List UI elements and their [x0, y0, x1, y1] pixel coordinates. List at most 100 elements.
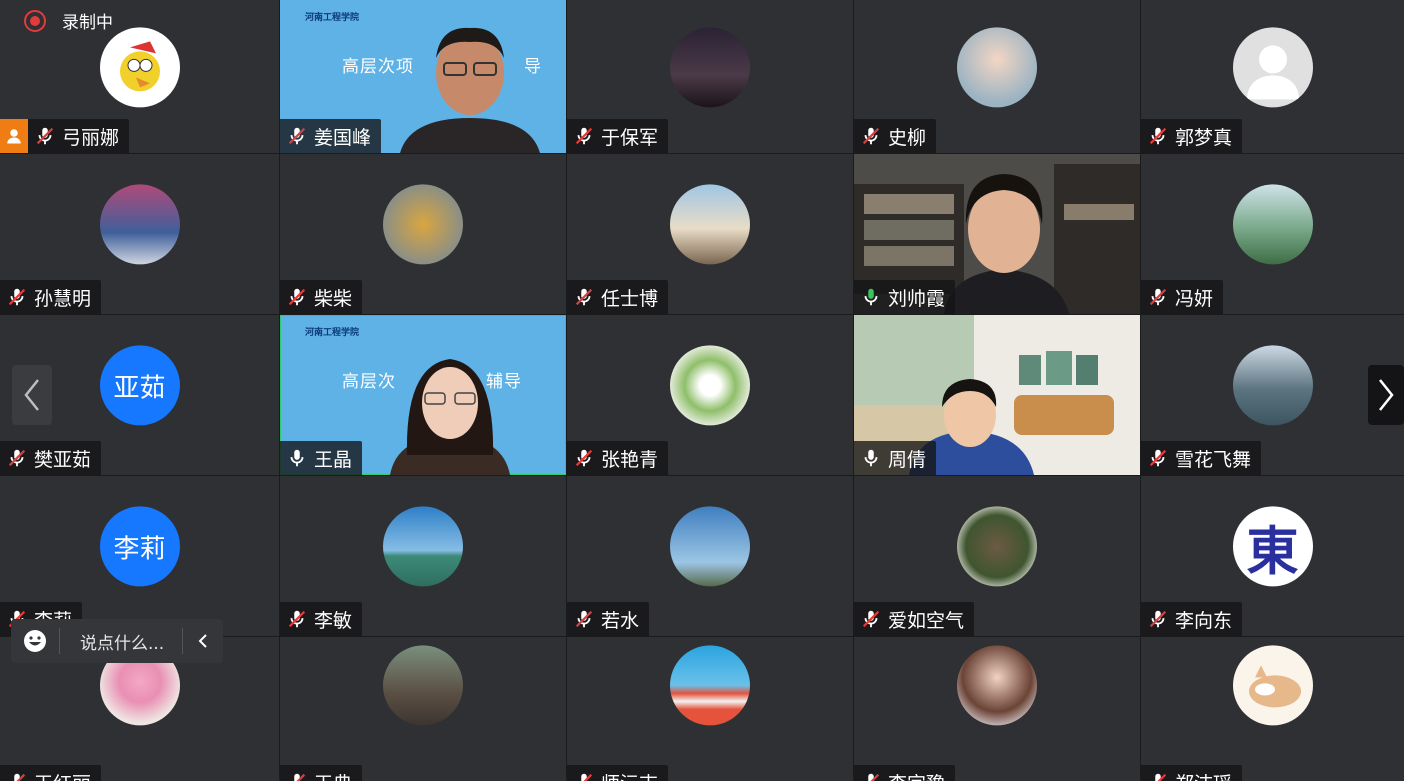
participant-name: 任士博 [601, 284, 658, 311]
chat-input[interactable]: 说点什么... [60, 629, 182, 654]
mic-muted-icon[interactable] [571, 284, 597, 310]
participant-tile[interactable]: 郑洁瑶 [1141, 637, 1404, 781]
participant-tile[interactable]: 若水 [567, 476, 853, 636]
participant-tile[interactable]: 李宜豫 [854, 637, 1140, 781]
recording-indicator: 录制中 [24, 8, 113, 33]
mic-active-icon[interactable] [858, 284, 884, 310]
participant-tile[interactable]: 于保军 [567, 0, 853, 153]
participant-video-tile[interactable]: 河南工程学院 高层次辅导 王晶 [280, 315, 566, 475]
prev-page-button[interactable] [12, 365, 52, 425]
mic-muted-icon[interactable] [284, 769, 310, 781]
avatar [1233, 645, 1313, 725]
avatar [957, 645, 1037, 725]
participant-name: 爱如空气 [888, 606, 964, 633]
avatar: 東 [1233, 506, 1313, 586]
participant-tile[interactable]: 史柳 [854, 0, 1140, 153]
mic-muted-icon[interactable] [858, 123, 884, 149]
participant-nameplate: 郑洁瑶 [1141, 765, 1242, 781]
participant-nameplate: 于保军 [567, 119, 668, 153]
participant-name: 师沅吉 [601, 769, 658, 781]
participant-nameplate: 樊亚茹 [0, 441, 101, 475]
avatar [1233, 184, 1313, 264]
participant-tile[interactable]: 师沅吉 [567, 637, 853, 781]
mic-muted-icon[interactable] [4, 445, 30, 471]
mic-muted-icon[interactable] [4, 769, 30, 781]
participant-nameplate: 孙慧明 [0, 280, 101, 314]
slide-logo: 河南工程学院 [305, 10, 359, 23]
video-person [385, 345, 515, 475]
participant-tile[interactable]: 王典 [280, 637, 566, 781]
participant-tile[interactable]: 张艳青 [567, 315, 853, 475]
participant-name: 雪花飞舞 [1175, 445, 1251, 472]
chevron-left-icon [23, 378, 41, 412]
mic-muted-icon[interactable] [284, 606, 310, 632]
avatar [957, 506, 1037, 586]
avatar [100, 184, 180, 264]
avatar [957, 27, 1037, 107]
chat-bar[interactable]: 说点什么... [11, 619, 223, 663]
mic-on-icon[interactable] [858, 445, 884, 471]
chevron-right-icon [1377, 378, 1395, 412]
participant-tile[interactable]: 冯妍 [1141, 154, 1404, 314]
participant-tile[interactable]: 李敏 [280, 476, 566, 636]
mic-muted-icon[interactable] [571, 769, 597, 781]
mic-muted-icon[interactable] [1145, 606, 1171, 632]
participant-nameplate: 王晶 [280, 441, 362, 475]
collapse-chat-button[interactable] [182, 628, 223, 654]
mic-muted-icon[interactable] [1145, 284, 1171, 310]
participant-nameplate: 冯妍 [1141, 280, 1223, 314]
mic-muted-icon[interactable] [4, 284, 30, 310]
participant-nameplate: 柴柴 [280, 280, 362, 314]
avatar [383, 645, 463, 725]
mic-muted-icon[interactable] [284, 284, 310, 310]
participant-tile[interactable]: 郭梦真 [1141, 0, 1404, 153]
participant-tile[interactable]: 李莉 李莉 [0, 476, 279, 636]
participant-nameplate: 姜国峰 [280, 119, 381, 153]
participant-nameplate: 李向东 [1141, 602, 1242, 636]
mic-muted-icon[interactable] [571, 606, 597, 632]
participant-tile[interactable]: 東 李向东 [1141, 476, 1404, 636]
participant-nameplate: 爱如空气 [854, 602, 974, 636]
mic-muted-icon[interactable] [1145, 123, 1171, 149]
avatar [670, 27, 750, 107]
mic-muted-icon[interactable] [858, 769, 884, 781]
participant-nameplate: 师沅吉 [567, 765, 668, 781]
participant-name: 柴柴 [314, 284, 352, 311]
next-page-button[interactable] [1368, 365, 1404, 425]
mic-muted-icon[interactable] [32, 123, 58, 149]
record-icon [24, 10, 46, 32]
avatar: 李莉 [100, 506, 180, 586]
emoji-button[interactable] [11, 628, 60, 654]
avatar [670, 184, 750, 264]
participant-name: 张艳青 [601, 445, 658, 472]
chevron-left-icon [198, 633, 208, 649]
participant-name: 李敏 [314, 606, 352, 633]
participant-name: 樊亚茹 [34, 445, 91, 472]
participant-video-tile[interactable]: 周倩 [854, 315, 1140, 475]
participant-video-tile[interactable]: 河南工程学院 高层次项导 姜国峰 [280, 0, 566, 153]
participant-nameplate: 王红丽 [0, 765, 101, 781]
participant-nameplate: 若水 [567, 602, 649, 636]
participant-nameplate: 李敏 [280, 602, 362, 636]
participant-name: 冯妍 [1175, 284, 1213, 311]
participant-tile[interactable]: 柴柴 [280, 154, 566, 314]
participant-nameplate: 王典 [280, 765, 362, 781]
mic-muted-icon[interactable] [571, 123, 597, 149]
participant-name: 史柳 [888, 123, 926, 150]
participant-tile[interactable]: 雪花飞舞 [1141, 315, 1404, 475]
participant-name: 李宜豫 [888, 769, 945, 781]
mic-muted-icon[interactable] [284, 123, 310, 149]
participant-tile[interactable]: 孙慧明 [0, 154, 279, 314]
mic-muted-icon[interactable] [858, 606, 884, 632]
emoji-icon [23, 629, 47, 653]
participant-name: 姜国峰 [314, 123, 371, 150]
participant-name: 王典 [314, 769, 352, 781]
mic-muted-icon[interactable] [1145, 769, 1171, 781]
participant-video-tile[interactable]: 刘帅霞 [854, 154, 1140, 314]
mic-muted-icon[interactable] [571, 445, 597, 471]
mic-on-icon[interactable] [284, 445, 310, 471]
mic-muted-icon[interactable] [1145, 445, 1171, 471]
participant-tile[interactable]: 爱如空气 [854, 476, 1140, 636]
participant-tile[interactable]: 任士博 [567, 154, 853, 314]
participant-nameplate: 任士博 [567, 280, 668, 314]
